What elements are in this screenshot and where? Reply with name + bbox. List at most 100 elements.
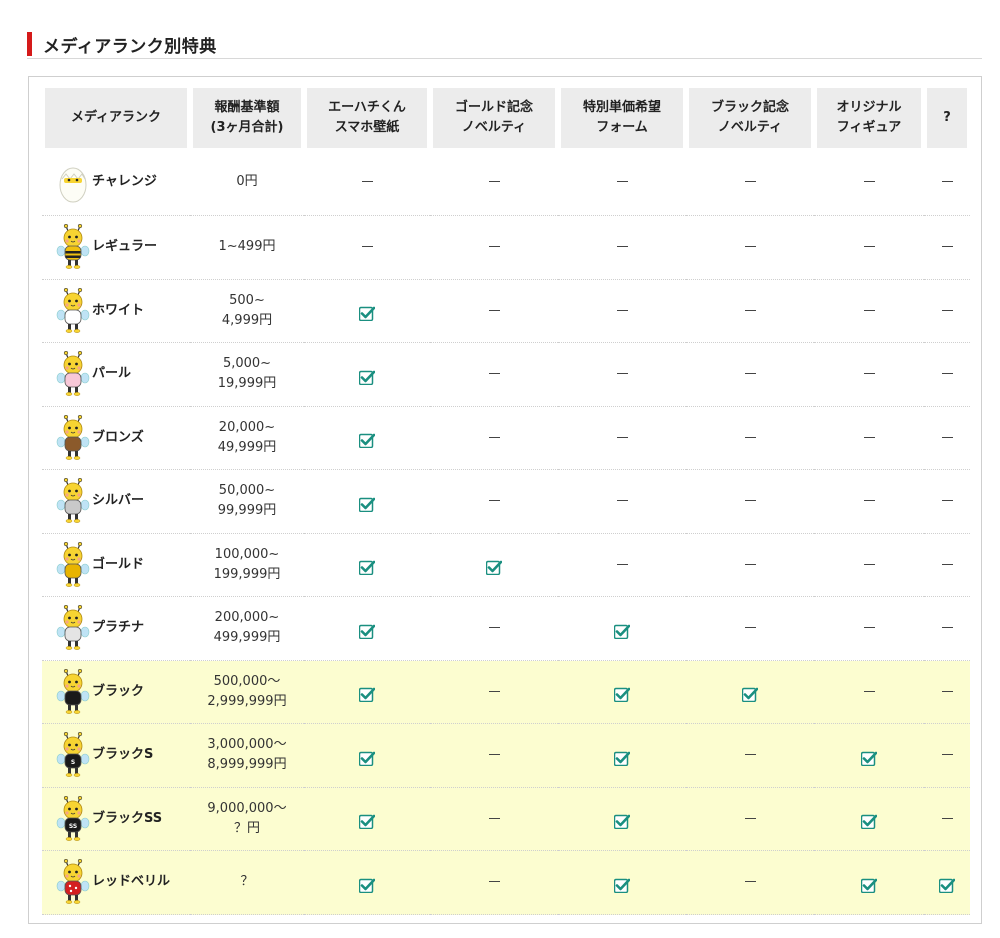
reward-amount: 0円 (190, 148, 304, 216)
rank-name: ゴールド (92, 556, 145, 572)
table-row: パール 5,000~ 19,999円 (42, 343, 970, 407)
perk-cell-special-rate-form (558, 343, 686, 407)
dash-icon (488, 754, 500, 756)
perk-cell-gold-novelty (430, 407, 558, 470)
perk-cell-original-figure (814, 148, 924, 216)
table-row: レギュラー 1~499円 (42, 216, 970, 280)
perk-cell-gold-novelty (430, 148, 558, 216)
check-icon (861, 814, 877, 830)
dash-icon (863, 180, 875, 182)
dash-icon (941, 817, 953, 819)
rank-cell: レッドベリル (42, 851, 190, 915)
perk-cell-wallpaper (304, 407, 430, 470)
perk-cell-special-rate-form (558, 534, 686, 597)
dash-icon (863, 563, 875, 565)
rank-name: パール (92, 366, 132, 382)
dash-icon (488, 500, 500, 502)
dash-icon (488, 309, 500, 311)
bee-red-beryl-icon (56, 859, 90, 905)
bee-gold-icon (56, 541, 90, 587)
perk-cell-special-rate-form (558, 148, 686, 216)
check-icon (359, 751, 375, 766)
check-icon (359, 687, 375, 703)
perk-cell-gold-novelty (430, 724, 558, 788)
perk-cell-wallpaper (304, 724, 430, 788)
rank-cell: シルバー (42, 470, 190, 534)
perk-cell-wallpaper (304, 148, 430, 216)
dash-icon (488, 881, 500, 883)
check-icon (359, 433, 375, 449)
perk-cell-unknown (924, 597, 970, 661)
check-icon (939, 878, 955, 893)
dash-icon (361, 180, 373, 182)
perk-cell-black-novelty (686, 343, 814, 407)
bee-platinum-icon (56, 605, 90, 651)
dash-icon (863, 627, 875, 629)
rank-name: シルバー (92, 493, 145, 509)
rank-name: ブラック (92, 683, 145, 699)
dash-icon (744, 309, 756, 311)
rank-cell: レギュラー (42, 216, 190, 280)
reward-amount: 9,000,000～ ？円 (190, 787, 304, 851)
table-row: ブロンズ 20,000~ 49,999円 (42, 407, 970, 470)
dash-icon (488, 373, 500, 375)
dash-icon (616, 309, 628, 311)
perk-cell-special-rate-form (558, 851, 686, 915)
rank-name: レッドベリル (92, 874, 171, 890)
dash-icon (941, 436, 953, 438)
check-icon (359, 814, 375, 830)
dash-icon (488, 627, 500, 629)
rank-name: ブロンズ (92, 429, 144, 445)
table-row: ホワイト 500~ 4,999円 (42, 280, 970, 343)
check-icon (614, 751, 630, 766)
check-icon (359, 306, 375, 322)
dash-icon (941, 690, 953, 692)
perk-cell-black-novelty (686, 660, 814, 724)
perk-cell-black-novelty (686, 470, 814, 534)
heading-accent-bar (27, 32, 32, 56)
perk-cell-special-rate-form (558, 660, 686, 724)
rank-cell: プラチナ (42, 597, 190, 661)
table-row: チャレンジ 0円 (42, 148, 970, 216)
perk-cell-unknown (924, 343, 970, 407)
dash-icon (616, 180, 628, 182)
rank-cell: パール (42, 343, 190, 407)
section-heading: メディアランク別特典 (27, 30, 982, 59)
perk-cell-original-figure (814, 534, 924, 597)
perk-cell-special-rate-form (558, 470, 686, 534)
perk-cell-original-figure (814, 407, 924, 470)
dash-icon (744, 180, 756, 182)
perk-cell-unknown (924, 470, 970, 534)
check-icon (861, 878, 877, 893)
dash-icon (361, 246, 373, 248)
perk-cell-special-rate-form (558, 216, 686, 280)
rank-name: プラチナ (92, 620, 145, 636)
bee-black-s-icon: S (56, 732, 90, 778)
check-icon (742, 687, 758, 703)
dash-icon (744, 627, 756, 629)
bee-pearl-icon (56, 351, 90, 397)
dash-icon (941, 246, 953, 248)
perk-cell-unknown (924, 216, 970, 280)
perk-cell-special-rate-form (558, 280, 686, 343)
reward-amount: 20,000~ 49,999円 (190, 407, 304, 470)
check-icon (359, 497, 375, 512)
perk-cell-original-figure (814, 724, 924, 788)
header-media-rank: メディアランク (42, 88, 190, 148)
rank-table-panel: メディアランク 報酬基準額 (3ヶ月合計) エーハチくん スマホ壁紙 ゴールド記… (28, 76, 982, 924)
perk-cell-black-novelty (686, 534, 814, 597)
reward-amount: 5,000~ 19,999円 (190, 343, 304, 407)
dash-icon (616, 373, 628, 375)
perk-cell-gold-novelty (430, 597, 558, 661)
header-black-novelty: ブラック記念 ノベルティ (686, 88, 814, 148)
check-icon (614, 814, 630, 830)
perk-cell-gold-novelty (430, 660, 558, 724)
header-wallpaper: エーハチくん スマホ壁紙 (304, 88, 430, 148)
table-row: シルバー 50,000~ 99,999円 (42, 470, 970, 534)
reward-amount: 3,000,000～ 8,999,999円 (190, 724, 304, 788)
perk-cell-gold-novelty (430, 534, 558, 597)
bee-white-icon (56, 287, 90, 333)
table-header-row: メディアランク 報酬基準額 (3ヶ月合計) エーハチくん スマホ壁紙 ゴールド記… (42, 88, 970, 148)
check-icon (359, 878, 375, 893)
dash-icon (941, 309, 953, 311)
